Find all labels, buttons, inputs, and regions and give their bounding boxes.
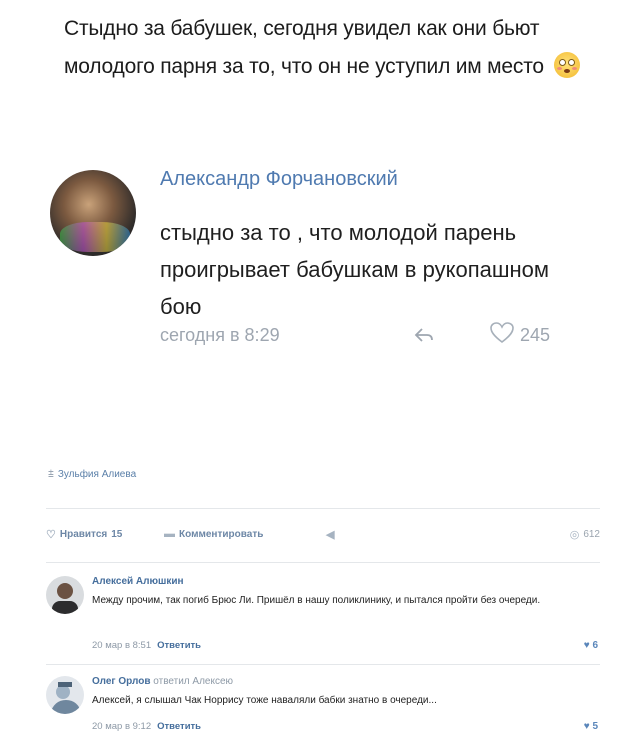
views-count: 612 bbox=[583, 529, 600, 540]
comment-like-count: 5 bbox=[592, 721, 598, 732]
reply-button[interactable]: Ответить bbox=[157, 721, 201, 732]
divider bbox=[46, 508, 600, 509]
divider bbox=[46, 664, 600, 665]
eye-icon: ◎ bbox=[569, 529, 580, 541]
comment-item: Олег Орлов ответил Алексею Алексей, я сл… bbox=[46, 676, 606, 746]
comment-text: Алексей, я слышал Чак Норрису тоже навал… bbox=[92, 695, 437, 706]
person-icon: ⩲ bbox=[48, 469, 54, 480]
like-count: 245 bbox=[520, 325, 551, 345]
mention-name: Зульфия Алиева bbox=[57, 469, 137, 480]
post-text-content: Стыдно за бабушек, сегодня увидел как он… bbox=[64, 17, 544, 78]
comment-author-name[interactable]: Алексей Алюшкин bbox=[92, 576, 184, 587]
heart-icon: ♡ bbox=[46, 529, 56, 541]
flushed-face-icon bbox=[553, 52, 580, 78]
author-name[interactable]: Олег Орлов bbox=[92, 676, 151, 687]
mention-link[interactable]: ⩲ Зульфия Алиева bbox=[48, 469, 136, 480]
share-button[interactable]: ◀ bbox=[326, 528, 334, 541]
comment-button[interactable]: ▬ Комментировать bbox=[164, 528, 263, 540]
comment-text: стыдно за то , что молодой парень проигр… bbox=[160, 220, 549, 319]
comment-like-button[interactable]: ♥ 6 bbox=[584, 640, 598, 651]
avatar[interactable] bbox=[46, 676, 84, 714]
divider bbox=[46, 562, 600, 563]
comment-timestamp: 20 мар в 8:51 bbox=[92, 640, 152, 651]
comment-item: Алексей Алюшкин Между прочим, так погиб … bbox=[46, 576, 606, 656]
views-counter: ◎ 612 bbox=[570, 528, 600, 541]
like-count: 15 bbox=[111, 529, 123, 540]
avatar[interactable] bbox=[46, 576, 84, 614]
comment-footer: 20 мар в 8:51 Ответить bbox=[92, 640, 201, 651]
comment-like-button[interactable]: ♥ 5 bbox=[584, 721, 598, 732]
comment-timestamp: 20 мар в 9:12 bbox=[92, 721, 152, 732]
comment-label: Комментировать bbox=[179, 528, 264, 540]
avatar[interactable] bbox=[50, 170, 136, 256]
comment-icon: ▬ bbox=[164, 528, 175, 540]
like-button[interactable]: ♡ Нравится 15 bbox=[46, 528, 122, 541]
heart-icon: ♥ bbox=[583, 721, 590, 732]
heart-icon: ♥ bbox=[583, 640, 590, 651]
reply-arrow-icon[interactable] bbox=[414, 327, 434, 348]
comment-author-name[interactable]: Олег Орлов ответил Алексею bbox=[92, 676, 233, 687]
replied-to: ответил Алексею bbox=[153, 676, 234, 687]
heart-icon[interactable] bbox=[490, 322, 514, 350]
comment-like-count: 6 bbox=[592, 640, 598, 651]
like-label: Нравится bbox=[59, 529, 108, 540]
comment-timestamp: сегодня в 8:29 bbox=[160, 325, 280, 345]
post-actions-bar: ♡ Нравится 15 ▬ Комментировать ◀ ◎ 612 bbox=[46, 528, 600, 544]
megaphone-icon: ◀ bbox=[326, 529, 335, 541]
reply-button[interactable]: Ответить bbox=[157, 640, 201, 651]
post-text: Стыдно за бабушек, сегодня увидел как он… bbox=[64, 10, 584, 86]
comment-footer: 20 мар в 9:12 Ответить bbox=[92, 721, 201, 732]
comment-text: Между прочим, так погиб Брюс Ли. Пришёл … bbox=[92, 595, 541, 606]
comment-author-name[interactable]: Александр Форчановский bbox=[160, 168, 398, 191]
